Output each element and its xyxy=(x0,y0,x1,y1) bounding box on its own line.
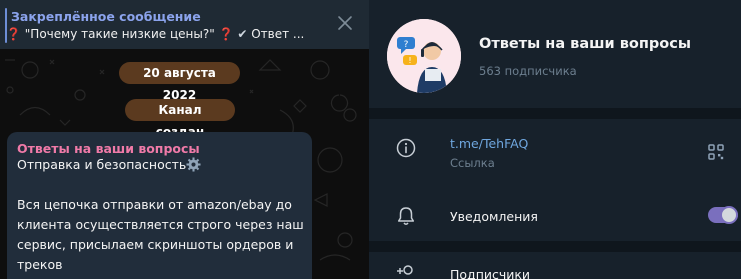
channel-name: Ответы на ваши вопросы xyxy=(479,36,691,52)
chat-pane: Закреплённое сообщение ❓ "Почему такие н… xyxy=(0,0,369,279)
service-message-channel-created: Канал создан xyxy=(125,99,235,139)
message-body: Вся цепочка отправки от amazon/ebay до к… xyxy=(17,197,304,272)
question-mark-icon: ❓ xyxy=(218,27,234,41)
channel-avatar[interactable]: ? ! xyxy=(387,19,461,93)
notifications-label: Уведомления xyxy=(450,209,538,224)
close-icon[interactable] xyxy=(336,14,354,32)
qr-code-icon[interactable] xyxy=(708,144,724,160)
pinned-title: Закреплённое сообщение xyxy=(11,9,201,24)
add-user-icon xyxy=(397,265,413,275)
message-sender: Ответы на ваши вопросы xyxy=(17,141,200,156)
gear-icon xyxy=(186,157,201,172)
avatar-illustration: ? ! xyxy=(387,19,461,93)
message-first-line: Отправка и безопасность xyxy=(17,157,201,172)
message-bubble[interactable]: Ответы на ваши вопросы Отправка и безопа… xyxy=(7,132,312,279)
bell-icon xyxy=(397,207,415,225)
pinned-message-bar[interactable]: Закреплённое сообщение ❓ "Почему такие н… xyxy=(0,0,369,49)
message-heading: Отправка и безопасность xyxy=(17,157,187,172)
notifications-toggle[interactable] xyxy=(708,206,738,224)
pinned-text-rest: Ответ ... xyxy=(251,27,305,41)
svg-text:!: ! xyxy=(408,56,411,65)
section-divider xyxy=(369,241,741,252)
toggle-knob xyxy=(720,206,738,224)
channel-link[interactable]: t.me/TehFAQ xyxy=(450,136,528,151)
subscribers-row-label[interactable]: Подписчики xyxy=(450,267,530,279)
svg-text:?: ? xyxy=(404,40,409,50)
check-mark-icon: ✔ xyxy=(237,27,248,41)
channel-info-pane: ? ! Ответы на ваши вопросы 563 подписчик… xyxy=(369,0,741,279)
info-icon xyxy=(396,138,416,158)
channel-link-label: Ссылка xyxy=(450,156,495,170)
section-divider xyxy=(369,108,741,119)
question-mark-icon: ❓ xyxy=(6,27,21,41)
date-pill: 20 августа 2022 xyxy=(119,62,240,102)
pinned-text-quote: "Почему такие низкие цены?" xyxy=(24,27,215,41)
channel-subscriber-count: 563 подписчика xyxy=(479,64,577,78)
pinned-text: ❓ "Почему такие низкие цены?" ❓ ✔ Ответ … xyxy=(6,27,304,41)
